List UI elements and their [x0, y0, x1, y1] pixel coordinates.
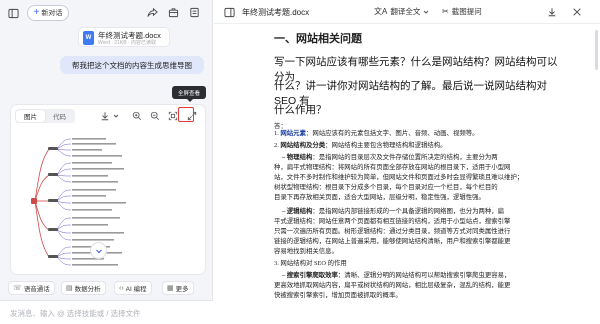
paragraph-line: 1. 网站元素：网站应该有的元素包括文字、图片、音频、动画、视频等。	[274, 130, 479, 137]
file-list-icon[interactable]	[188, 6, 201, 19]
paragraph-line: 目录下再存放相关页面，适合大型网站，层级分明，稳定性强，逻辑性强。	[274, 194, 485, 201]
paragraph-line: – 搜索引擎爬取效率：清晰、逻辑分明的网站结构可以帮助搜索引擎爬虫更容易，	[282, 272, 511, 279]
fit-screen-icon[interactable]	[167, 110, 178, 121]
section-heading: 一、网站相关问题	[274, 33, 362, 45]
document-content: 一、网站相关问题 写一下网站应该有哪些元素？什么是网站结构？网站结构可以分为 什…	[260, 24, 560, 324]
share-icon[interactable]	[146, 6, 159, 19]
close-icon[interactable]	[570, 5, 584, 19]
document-toolbar: 年终测试考题.docx 文A 翻译全文 ✂ 截图提问	[214, 0, 600, 24]
user-message: 帮我把这个文档的内容生成思维导图	[60, 56, 204, 74]
chip-more[interactable]: ▦ 更多	[162, 281, 194, 295]
document-scrollbar[interactable]	[595, 30, 598, 70]
translate-label: 翻译全文	[390, 7, 421, 16]
chat-toolbar: + 新对话	[0, 0, 213, 26]
paragraph-line: 站，文件不多时制作和维护较为简单，但网站文件和页面过多时会显得繁琐且难以维护；	[274, 174, 524, 181]
mindmap-image	[31, 138, 126, 266]
document-viewer: 年终测试考题.docx 文A 翻译全文 ✂ 截图提问 一、网站相关问题 写一下网…	[214, 0, 600, 324]
attached-file-card[interactable]: W 年终测试考题.docx Word · 21KB · 内容已读取	[78, 27, 170, 47]
plus-icon: +	[33, 7, 40, 18]
chip-data-analysis[interactable]: ▤ 数据分析	[61, 281, 106, 295]
screenshot-ask-button[interactable]: ✂ 截图提问	[442, 6, 482, 17]
paragraph-line: 只需一次遍历所有页面。树形逻辑结构：通过分类目录，频道等方式对同类属性进行	[274, 228, 511, 235]
paragraph-line: 链接的逻辑结构，在网站上普遍采用，能够使网站结构清晰，用户和搜索引擎都能更	[274, 238, 511, 245]
code-icon: ‹›	[119, 284, 124, 292]
screenshot-label: 截图提问	[451, 7, 482, 16]
paragraph-line: 种，扁平式物理结构：将网站的所有页面全部存放在网站的根目录下，适用于小型网	[274, 164, 511, 171]
chip-label: 更多	[175, 286, 189, 293]
scissors-icon: ✂	[442, 7, 449, 16]
fullscreen-tooltip: 全屏查看	[172, 86, 206, 102]
chevron-down-icon[interactable]	[113, 110, 119, 121]
chip-label: 语音通话	[23, 286, 50, 293]
chip-voice-call[interactable]: ☏ 语音通话	[8, 281, 55, 295]
tab-code[interactable]: 代码	[45, 110, 74, 122]
paragraph-line: – 逻辑结构：是指网站内部链接形成的一个具备逻辑的网络图，也分为两种，扁	[282, 208, 505, 215]
translate-button[interactable]: 文A 翻译全文	[374, 6, 429, 17]
answer-label: 答：	[274, 123, 287, 130]
user-message-text: 帮我把这个文档的内容生成思维导图	[72, 60, 192, 70]
new-chat-button[interactable]: + 新对话	[27, 5, 69, 21]
file-meta: Word · 21KB · 内容已读取	[98, 40, 156, 46]
view-tabs: 图片 代码	[15, 109, 75, 123]
phone-icon: ☏	[13, 285, 22, 292]
chat-panel: + 新对话 W 年终测试考题.docx Word · 21KB · 内容已读取 …	[0, 0, 213, 324]
panel-toggle-icon[interactable]	[222, 5, 236, 19]
download-icon[interactable]	[99, 110, 110, 121]
mindmap-result-card: 图片 代码	[10, 104, 206, 275]
chip-ai-coding[interactable]: ‹› AI 编程	[114, 281, 152, 295]
sidebar-toggle-icon[interactable]	[6, 6, 20, 20]
chevron-down-icon	[95, 249, 102, 253]
download-icon[interactable]	[545, 5, 559, 19]
translate-icon: 文A	[374, 7, 388, 16]
fullscreen-highlight[interactable]	[178, 107, 194, 122]
paragraph-line: 3. 网站结构对 SEO 的作用	[274, 260, 347, 267]
new-chat-label: 新对话	[41, 10, 63, 17]
paragraph-line: 树状型物理结构：根目录下分成多个目录，每个目录对应一个栏目，每个栏目的	[274, 184, 498, 191]
zoom-in-icon[interactable]	[131, 110, 142, 121]
word-doc-icon: W	[83, 31, 94, 45]
message-input[interactable]: 发消息、输入 @ 选择技能或 / 选择文件	[0, 300, 213, 324]
question-line: 什么作用？	[274, 104, 327, 116]
briefcase-icon[interactable]	[167, 6, 180, 19]
scroll-down-button[interactable]	[90, 242, 107, 259]
paragraph-line: 更高效地抓取网站内容，扁平或树状结构的网站，相比层级复杂，混乱的结构，能更	[274, 282, 511, 289]
chip-label: AI 编程	[125, 286, 147, 293]
zoom-out-icon[interactable]	[149, 110, 160, 121]
chart-icon: ▤	[66, 285, 73, 292]
document-title: 年终测试考题.docx	[242, 8, 310, 17]
paragraph-line: 平式逻辑结构：网站任意两个页面都有相互链接的结构，适用于小型站点，搜索引擎	[274, 218, 511, 225]
paragraph-line: – 物理结构：是指网站的目录层次及文件存储位置所决定的结构，主要分为两	[282, 154, 498, 161]
chevron-down-icon	[423, 10, 429, 14]
paragraph-line: 2. 网站结构及分类：网站结构主要包含物理结构和逻辑结构。	[274, 142, 447, 149]
input-placeholder: 发消息、输入 @ 选择技能或 / 选择文件	[10, 309, 141, 318]
paragraph-line: 容易地找到相关信息。	[274, 248, 338, 255]
chip-label: 数据分析	[74, 286, 101, 293]
grid-icon: ▦	[167, 285, 174, 292]
paragraph-line: 快被搜索引擎索引，增加页面被抓取的概率。	[274, 292, 402, 299]
tab-image[interactable]: 图片	[16, 110, 45, 122]
